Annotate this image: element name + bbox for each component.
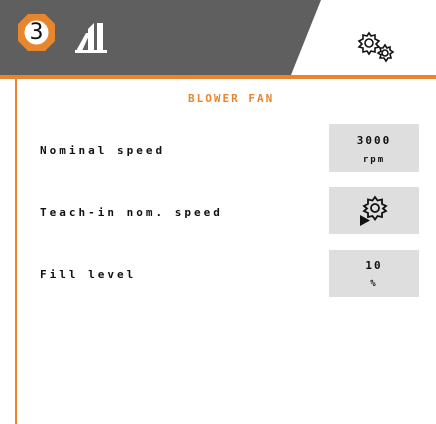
fill-level-value-box: 10 % (329, 250, 419, 297)
machine-logo-icon[interactable] (74, 21, 108, 53)
header-accent-line (0, 75, 436, 79)
fill-level-value: 10 (365, 259, 383, 272)
teach-in-speed-label: Teach-in nom. speed (40, 206, 223, 219)
left-accent-line (15, 79, 17, 424)
nominal-speed-value-box[interactable]: 3000 rpm (329, 124, 419, 172)
nominal-speed-value: 3000 (356, 134, 392, 147)
screen-title: BLOWER FAN (188, 92, 275, 105)
fill-level-unit: % (370, 279, 378, 289)
gears-icon[interactable] (354, 30, 398, 64)
teach-in-speed-button[interactable] (329, 187, 419, 234)
step-number: 3 (29, 20, 44, 45)
fill-level-label: Fill level (40, 268, 137, 281)
gear-play-icon (360, 195, 388, 226)
nominal-speed-label: Nominal speed (40, 144, 166, 157)
nominal-speed-unit: rpm (362, 155, 386, 165)
